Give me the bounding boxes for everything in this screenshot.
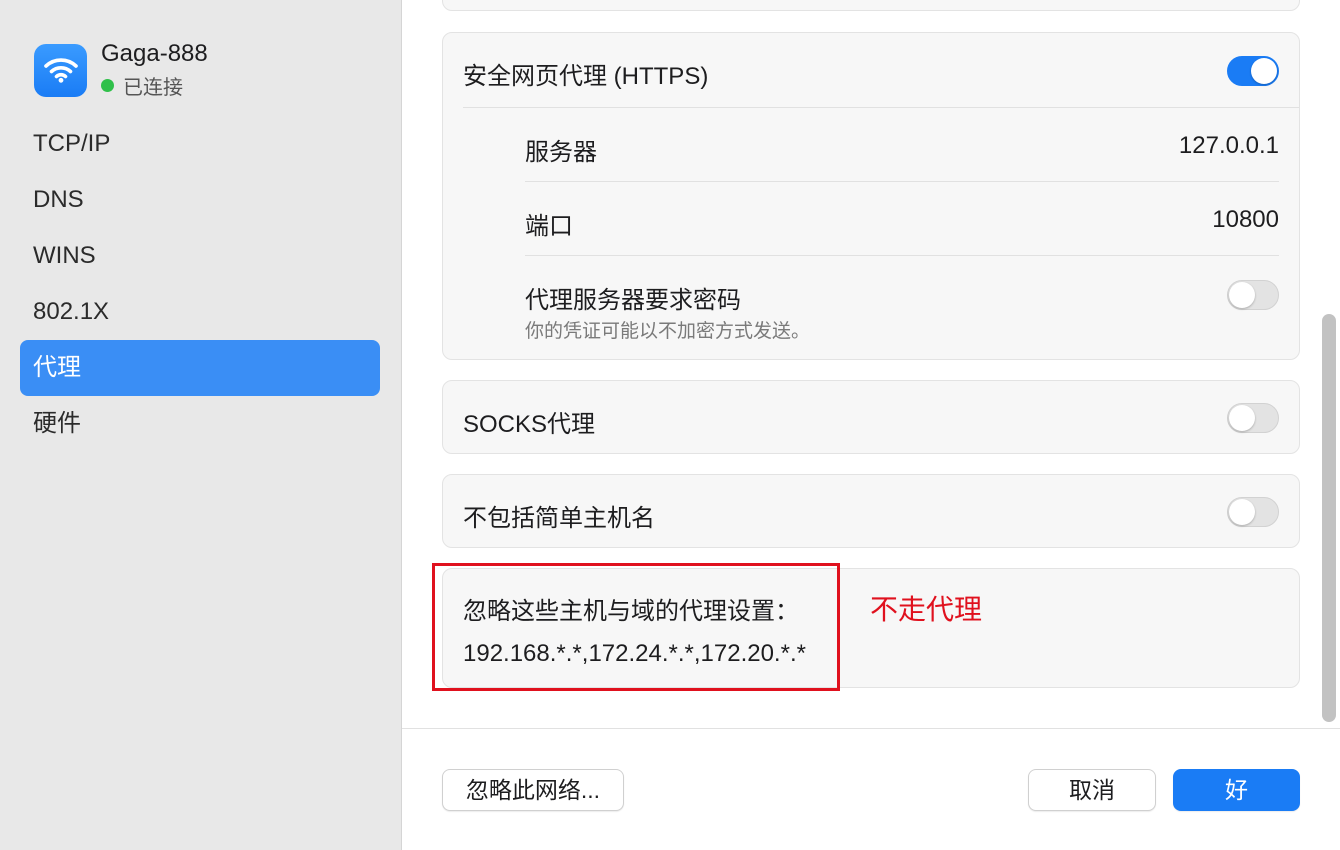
divider: [525, 255, 1279, 256]
annotation-label: 不走代理: [870, 594, 983, 625]
password-required-toggle[interactable]: [1227, 280, 1279, 310]
exclude-simple-hostnames-label: 不包括简单主机名: [463, 505, 655, 532]
sidebar-item-tcpip[interactable]: TCP/IP: [20, 116, 380, 172]
forget-network-button[interactable]: 忽略此网络...: [442, 769, 624, 811]
server-field[interactable]: 127.0.0.1: [1179, 132, 1279, 160]
proxy-settings-panel: 安全网页代理 (HTTPS) 服务器 127.0.0.1 端口 10800 代理…: [402, 0, 1340, 850]
previous-proxy-card: [442, 0, 1300, 11]
network-status: 已连接: [123, 77, 183, 99]
port-label: 端口: [525, 213, 573, 240]
exclude-simple-hostnames-card: 不包括简单主机名: [442, 474, 1300, 548]
sidebar-item-wins[interactable]: WINS: [20, 228, 380, 284]
cancel-button[interactable]: 取消: [1028, 769, 1156, 811]
connected-status-dot: [101, 79, 114, 92]
divider: [463, 107, 1299, 108]
sidebar-item-8021x[interactable]: 802.1X: [20, 284, 380, 340]
sidebar: Gaga-888 已连接 TCP/IP DNS WINS 802.1X 代理 硬…: [0, 0, 402, 850]
highlight-box: [432, 563, 840, 691]
https-proxy-title: 安全网页代理 (HTTPS): [463, 63, 709, 90]
socks-proxy-toggle[interactable]: [1227, 403, 1279, 433]
socks-proxy-title: SOCKS代理: [463, 411, 596, 438]
password-note: 你的凭证可能以不加密方式发送。: [525, 321, 811, 342]
socks-proxy-card: SOCKS代理: [442, 380, 1300, 454]
sidebar-nav: TCP/IP DNS WINS 802.1X 代理 硬件: [20, 116, 380, 452]
network-header: Gaga-888 已连接: [34, 40, 208, 100]
scrollbar[interactable]: [1318, 0, 1340, 728]
sidebar-item-proxy[interactable]: 代理: [20, 340, 380, 396]
sidebar-item-dns[interactable]: DNS: [20, 172, 380, 228]
wifi-icon: [34, 43, 87, 97]
https-proxy-toggle[interactable]: [1227, 56, 1279, 86]
password-required-label: 代理服务器要求密码: [525, 287, 741, 314]
https-proxy-card: 安全网页代理 (HTTPS) 服务器 127.0.0.1 端口 10800 代理…: [442, 32, 1300, 360]
divider: [525, 181, 1279, 182]
ok-button[interactable]: 好: [1173, 769, 1300, 811]
server-label: 服务器: [525, 139, 597, 166]
footer-divider: [402, 728, 1340, 729]
port-field[interactable]: 10800: [1212, 206, 1279, 234]
exclude-simple-hostnames-toggle[interactable]: [1227, 497, 1279, 527]
scrollbar-thumb[interactable]: [1322, 314, 1336, 722]
network-name: Gaga-888: [101, 40, 208, 67]
sidebar-item-hardware[interactable]: 硬件: [20, 396, 380, 452]
